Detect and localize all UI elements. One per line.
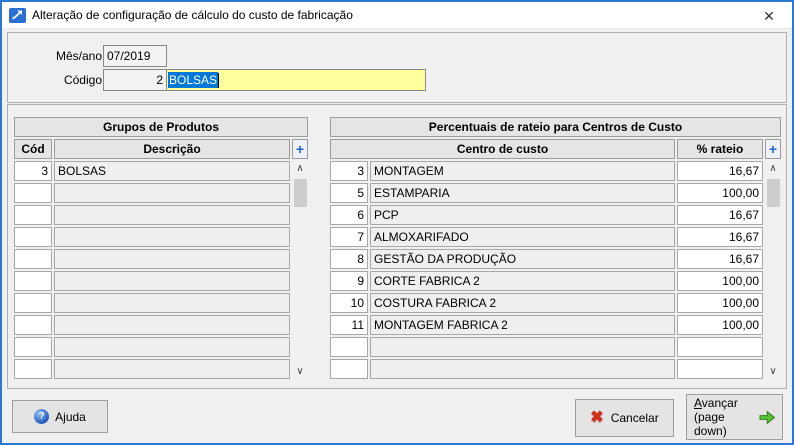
- code-cell[interactable]: 3: [14, 161, 52, 181]
- allocation-scrollbar[interactable]: ∧ ∨: [765, 161, 781, 379]
- code-description-field[interactable]: BOLSAS: [166, 69, 426, 91]
- top-fields-panel: [7, 32, 787, 103]
- code-label: Código: [20, 73, 102, 87]
- description-cell[interactable]: [54, 271, 290, 291]
- percent-cell[interactable]: 100,00: [677, 315, 763, 335]
- help-button-label: Ajuda: [55, 410, 86, 424]
- code-cell[interactable]: [14, 315, 52, 335]
- center-cell[interactable]: [370, 337, 675, 357]
- code-cell[interactable]: [330, 337, 368, 357]
- window-title: Alteração de configuração de cálculo do …: [32, 8, 353, 22]
- code-cell[interactable]: 11: [330, 315, 368, 335]
- allocation-table-title: Percentuais de rateio para Centros de Cu…: [330, 117, 781, 137]
- code-cell[interactable]: 3: [330, 161, 368, 181]
- percent-cell[interactable]: 100,00: [677, 271, 763, 291]
- groups-add-button[interactable]: +: [292, 139, 308, 159]
- code-cell[interactable]: 7: [330, 227, 368, 247]
- code-cell[interactable]: 6: [330, 205, 368, 225]
- percent-cell[interactable]: [677, 337, 763, 357]
- scrollbar-thumb[interactable]: [767, 179, 780, 207]
- allocation-col-center: Centro de custo: [330, 139, 675, 159]
- percent-cell[interactable]: 16,67: [677, 227, 763, 247]
- plus-icon: +: [296, 141, 304, 157]
- close-icon[interactable]: ✕: [758, 5, 780, 27]
- code-cell[interactable]: [14, 183, 52, 203]
- app-icon: [9, 8, 26, 23]
- description-cell[interactable]: [54, 205, 290, 225]
- code-cell[interactable]: [14, 205, 52, 225]
- code-cell[interactable]: [14, 337, 52, 357]
- center-cell[interactable]: [370, 359, 675, 379]
- code-cell[interactable]: [14, 249, 52, 269]
- code-cell[interactable]: 9: [330, 271, 368, 291]
- code-cell[interactable]: 5: [330, 183, 368, 203]
- scroll-up-icon[interactable]: ∧: [765, 161, 781, 176]
- percent-cell[interactable]: [677, 359, 763, 379]
- allocation-col-percent: % rateio: [677, 139, 763, 159]
- code-cell[interactable]: [330, 359, 368, 379]
- advance-arrow-icon: [759, 410, 775, 425]
- center-cell[interactable]: PCP: [370, 205, 675, 225]
- help-icon: ?: [34, 409, 49, 424]
- month-year-field[interactable]: 07/2019: [103, 45, 167, 67]
- code-cell[interactable]: [14, 293, 52, 313]
- dialog-window: Alteração de configuração de cálculo do …: [0, 0, 794, 445]
- code-field[interactable]: 2: [103, 69, 167, 91]
- code-cell[interactable]: 8: [330, 249, 368, 269]
- advance-button[interactable]: Avançar (page down): [686, 394, 783, 440]
- groups-col-description: Descrição: [54, 139, 290, 159]
- scroll-down-icon[interactable]: ∨: [292, 364, 308, 379]
- percent-cell[interactable]: 16,67: [677, 161, 763, 181]
- scroll-up-icon[interactable]: ∧: [292, 161, 308, 176]
- center-cell[interactable]: ALMOXARIFADO: [370, 227, 675, 247]
- code-cell[interactable]: [14, 227, 52, 247]
- description-cell[interactable]: [54, 249, 290, 269]
- code-value: 2: [156, 73, 163, 87]
- description-cell[interactable]: [54, 227, 290, 247]
- text-caret: [218, 73, 219, 88]
- center-cell[interactable]: GESTÃO DA PRODUÇÃO: [370, 249, 675, 269]
- groups-scrollbar[interactable]: ∧ ∨: [292, 161, 308, 379]
- cancel-button[interactable]: ✖ Cancelar: [575, 399, 674, 437]
- percent-cell[interactable]: 100,00: [677, 293, 763, 313]
- code-cell[interactable]: 10: [330, 293, 368, 313]
- plus-icon: +: [769, 141, 777, 157]
- center-cell[interactable]: MONTAGEM: [370, 161, 675, 181]
- center-cell[interactable]: CORTE FABRICA 2: [370, 271, 675, 291]
- title-bar: Alteração de configuração de cálculo do …: [2, 2, 792, 29]
- scroll-down-icon[interactable]: ∨: [765, 364, 781, 379]
- center-cell[interactable]: MONTAGEM FABRICA 2: [370, 315, 675, 335]
- description-cell[interactable]: [54, 337, 290, 357]
- advance-button-label: Avançar (page down): [694, 396, 759, 438]
- center-cell[interactable]: COSTURA FABRICA 2: [370, 293, 675, 313]
- help-button[interactable]: ? Ajuda: [12, 400, 108, 433]
- percent-cell[interactable]: 16,67: [677, 249, 763, 269]
- description-cell[interactable]: [54, 183, 290, 203]
- code-cell[interactable]: [14, 271, 52, 291]
- allocation-add-button[interactable]: +: [765, 139, 781, 159]
- description-cell[interactable]: BOLSAS: [54, 161, 290, 181]
- month-year-label: Mês/ano: [20, 49, 102, 63]
- groups-col-code: Cód: [14, 139, 52, 159]
- code-cell[interactable]: [14, 359, 52, 379]
- cancel-button-label: Cancelar: [611, 411, 659, 425]
- month-year-value: 07/2019: [107, 49, 150, 63]
- description-cell[interactable]: [54, 315, 290, 335]
- percent-cell[interactable]: 100,00: [677, 183, 763, 203]
- allocation-table: Percentuais de rateio para Centros de Cu…: [330, 117, 781, 379]
- description-cell[interactable]: [54, 293, 290, 313]
- percent-cell[interactable]: 16,67: [677, 205, 763, 225]
- scrollbar-thumb[interactable]: [294, 179, 307, 207]
- groups-table: Grupos de Produtos Cód Descrição + 3 BOL…: [14, 117, 308, 379]
- center-cell[interactable]: ESTAMPARIA: [370, 183, 675, 203]
- groups-table-title: Grupos de Produtos: [14, 117, 308, 137]
- selected-text: BOLSAS: [168, 72, 218, 88]
- cancel-x-icon: ✖: [590, 410, 603, 426]
- description-cell[interactable]: [54, 359, 290, 379]
